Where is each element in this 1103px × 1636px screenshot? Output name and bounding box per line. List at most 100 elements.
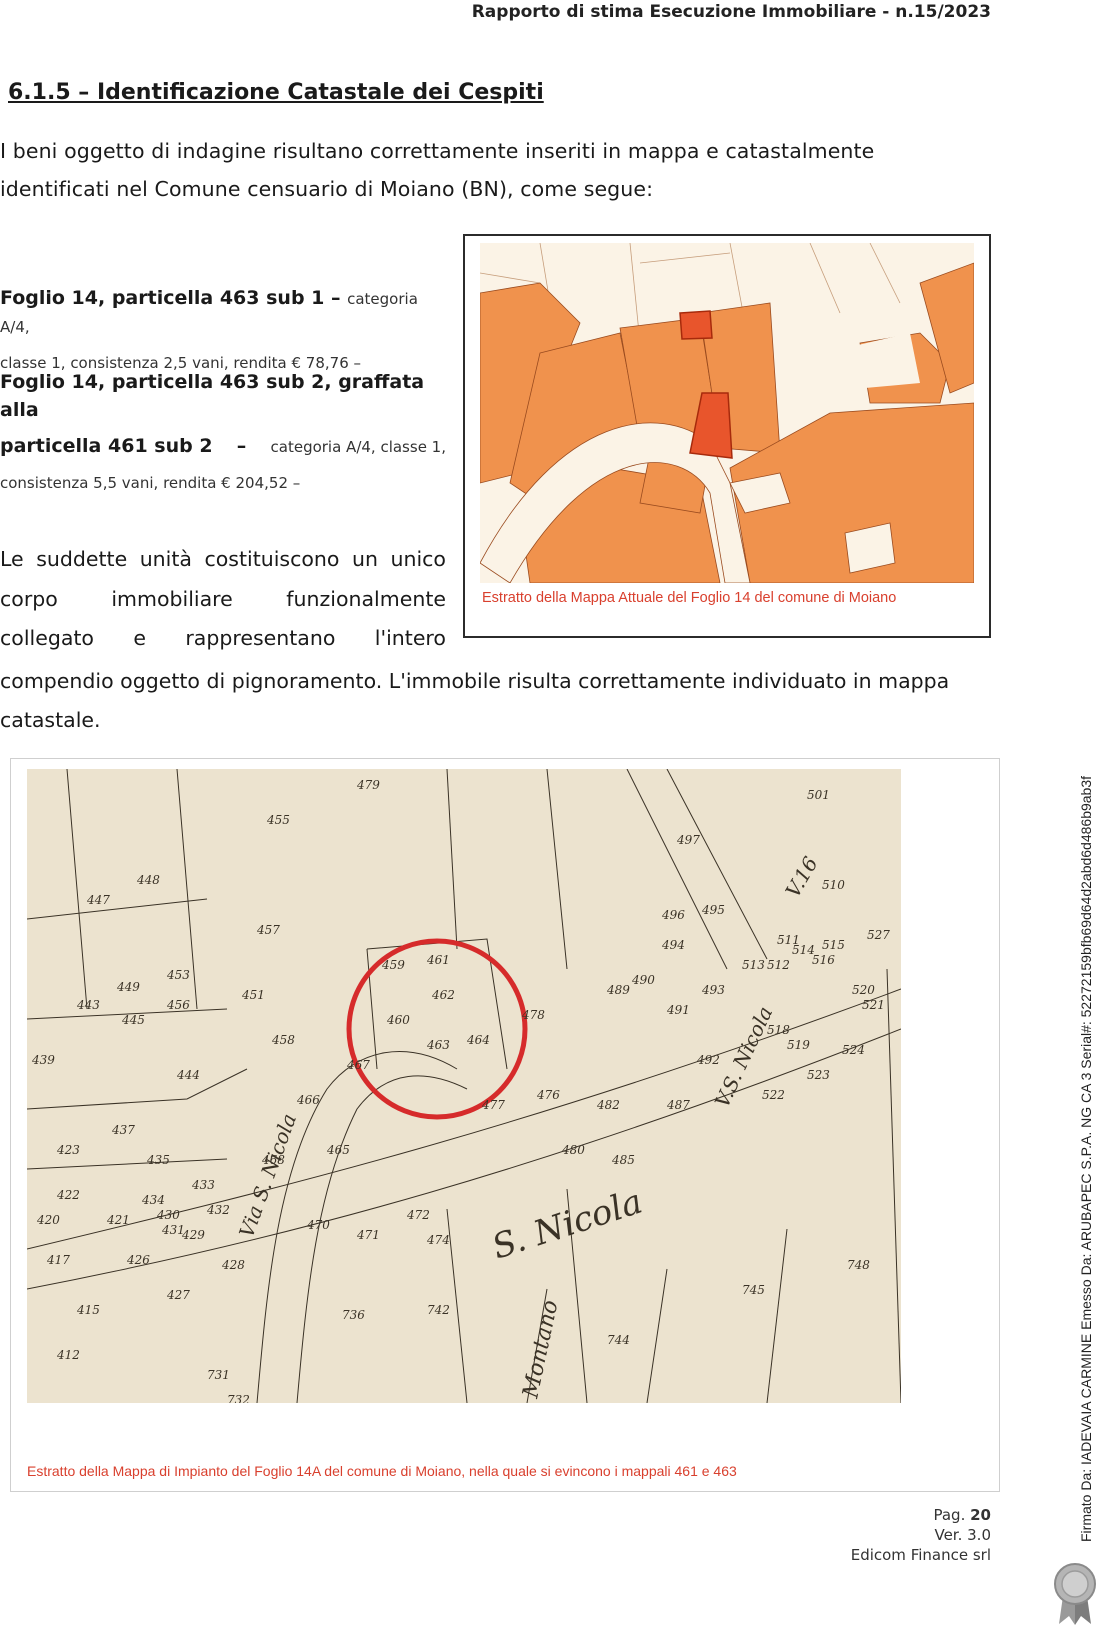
body-word: funzionalmente [286, 587, 446, 611]
page-label: Pag. [933, 1506, 966, 1524]
page-footer: Pag. 20 Ver. 3.0 Edicom Finance srl [851, 1505, 991, 1565]
parcel-label: 745 [742, 1283, 765, 1297]
parcel-label: 512 [767, 958, 790, 972]
body-word: immobiliare [111, 587, 233, 611]
parcel-label: 493 [701, 983, 725, 997]
parcel-2-dash: – [236, 435, 247, 457]
parcel-label: 736 [342, 1308, 365, 1322]
parcel-label: 448 [136, 873, 160, 887]
parcel-label: 732 [227, 1393, 250, 1403]
body-word: unico [390, 547, 446, 571]
parcel-label: 457 [256, 923, 280, 937]
parcel-label: 467 [346, 1058, 370, 1072]
historic-map-figure: S. Nicola V.S. Nicola Via S. Nicola Mont… [10, 758, 1000, 1492]
parcel-label: 430 [156, 1208, 180, 1222]
section-heading: 6.1.5 – Identificazione Catastale dei Ce… [8, 80, 544, 105]
parcel-label: 731 [207, 1368, 230, 1382]
parcel-label: 479 [356, 778, 380, 792]
body-word: Le [0, 547, 24, 571]
parcel-label: 477 [481, 1098, 505, 1112]
parcel-1-title: Foglio 14, particella 463 sub 1 [0, 287, 325, 309]
parcel-label: 485 [611, 1153, 635, 1167]
parcel-label: 466 [296, 1093, 320, 1107]
parcel-label: 449 [116, 980, 140, 994]
document-header-title: Rapporto di stima Esecuzione Immobiliare… [471, 2, 991, 22]
parcel-label: 519 [787, 1038, 810, 1052]
version-label: Ver. 3.0 [934, 1526, 991, 1544]
parcel-label: 527 [867, 928, 890, 942]
parcel-label: 465 [326, 1143, 350, 1157]
parcel-label: 521 [862, 998, 885, 1012]
body-word: corpo [0, 587, 58, 611]
parcel-label: 444 [176, 1068, 200, 1082]
parcel-label: 456 [166, 998, 190, 1012]
parcel-label: 463 [426, 1038, 450, 1052]
page-number: 20 [970, 1506, 991, 1524]
historic-map-caption: Estratto della Mappa di Impianto del Fog… [27, 1463, 737, 1479]
parcel-label: 494 [661, 938, 685, 952]
signature-seal-icon [1054, 1563, 1096, 1625]
parcel-label: 428 [221, 1258, 245, 1272]
parcel-label: 489 [606, 983, 630, 997]
parcel-2-title-a: Foglio 14, particella 463 sub 2, graffat… [0, 371, 425, 421]
current-map-figure: Estratto della Mappa Attuale del Foglio … [463, 234, 991, 638]
parcel-label: 417 [46, 1253, 70, 1267]
parcel-label: 522 [762, 1088, 785, 1102]
parcel-label: 501 [807, 788, 830, 802]
parcel-label: 423 [56, 1143, 80, 1157]
parcel-label: 491 [666, 1003, 690, 1017]
parcel-label: 434 [141, 1193, 165, 1207]
parcel-label: 487 [666, 1098, 690, 1112]
parcel-label: 468 [261, 1153, 285, 1167]
parcel-label: 433 [191, 1178, 215, 1192]
parcel-label: 478 [521, 1008, 545, 1022]
body-line-1: Le suddette unità costituiscono un unico [0, 547, 446, 571]
current-map-caption: Estratto della Mappa Attuale del Foglio … [482, 590, 897, 606]
body-word: rappresentano [185, 626, 336, 650]
parcel-label: 515 [822, 938, 845, 952]
parcel-label: 472 [406, 1208, 430, 1222]
current-map-image [480, 243, 974, 583]
parcel-label: 451 [241, 988, 265, 1002]
parcel-label: 422 [56, 1188, 80, 1202]
parcel-label: 415 [76, 1303, 100, 1317]
parcel-label: 513 [742, 958, 765, 972]
parcel-entry-2: Foglio 14, particella 463 sub 2, graffat… [0, 368, 446, 497]
parcel-label: 748 [847, 1258, 870, 1272]
parcel-label: 458 [271, 1033, 295, 1047]
body-continuation: compendio oggetto di pignoramento. L'imm… [0, 669, 950, 732]
parcel-entry-1: Foglio 14, particella 463 sub 1 – catego… [0, 284, 446, 377]
parcel-label: 426 [126, 1253, 150, 1267]
parcel-label: 420 [36, 1213, 60, 1227]
parcel-label: 464 [466, 1033, 490, 1047]
body-word: unità [139, 547, 192, 571]
parcel-label: 492 [696, 1053, 720, 1067]
body-line-2: corpo immobiliare funzionalmente [0, 587, 446, 611]
parcel-label: 462 [431, 988, 455, 1002]
parcel-label: 460 [386, 1013, 410, 1027]
digital-signature-text: Firmato Da: IADEVAIA CARMINE Emesso Da: … [1078, 775, 1094, 1542]
parcel-label: 516 [812, 953, 835, 967]
intro-paragraph: I beni oggetto di indagine risultano cor… [0, 139, 875, 201]
body-line-3: collegato e rappresentano l'intero [0, 626, 446, 650]
parcel-label: 523 [807, 1068, 830, 1082]
body-word: collegato [0, 626, 94, 650]
parcel-label: 471 [356, 1228, 380, 1242]
parcel-label: 496 [661, 908, 685, 922]
parcel-label: 520 [852, 983, 875, 997]
parcel-label: 476 [536, 1088, 560, 1102]
parcel-label: 490 [631, 973, 655, 987]
parcel-label: 432 [206, 1203, 230, 1217]
parcel-label: 461 [426, 953, 450, 967]
parcel-2-category: categoria A/4, classe 1, [270, 438, 446, 456]
body-word: costituiscono [204, 547, 340, 571]
parcel-2-details: consistenza 5,5 vani, rendita € 204,52 – [0, 474, 301, 492]
parcel-label: 510 [822, 878, 845, 892]
parcel-label: 480 [561, 1143, 585, 1157]
parcel-1-dash: – [324, 287, 348, 309]
historic-map-image: S. Nicola V.S. Nicola Via S. Nicola Mont… [27, 769, 901, 1403]
parcel-label: 524 [842, 1043, 865, 1057]
parcel-label: 495 [701, 903, 725, 917]
parcel-label: 445 [121, 1013, 145, 1027]
parcel-label: 453 [166, 968, 190, 982]
